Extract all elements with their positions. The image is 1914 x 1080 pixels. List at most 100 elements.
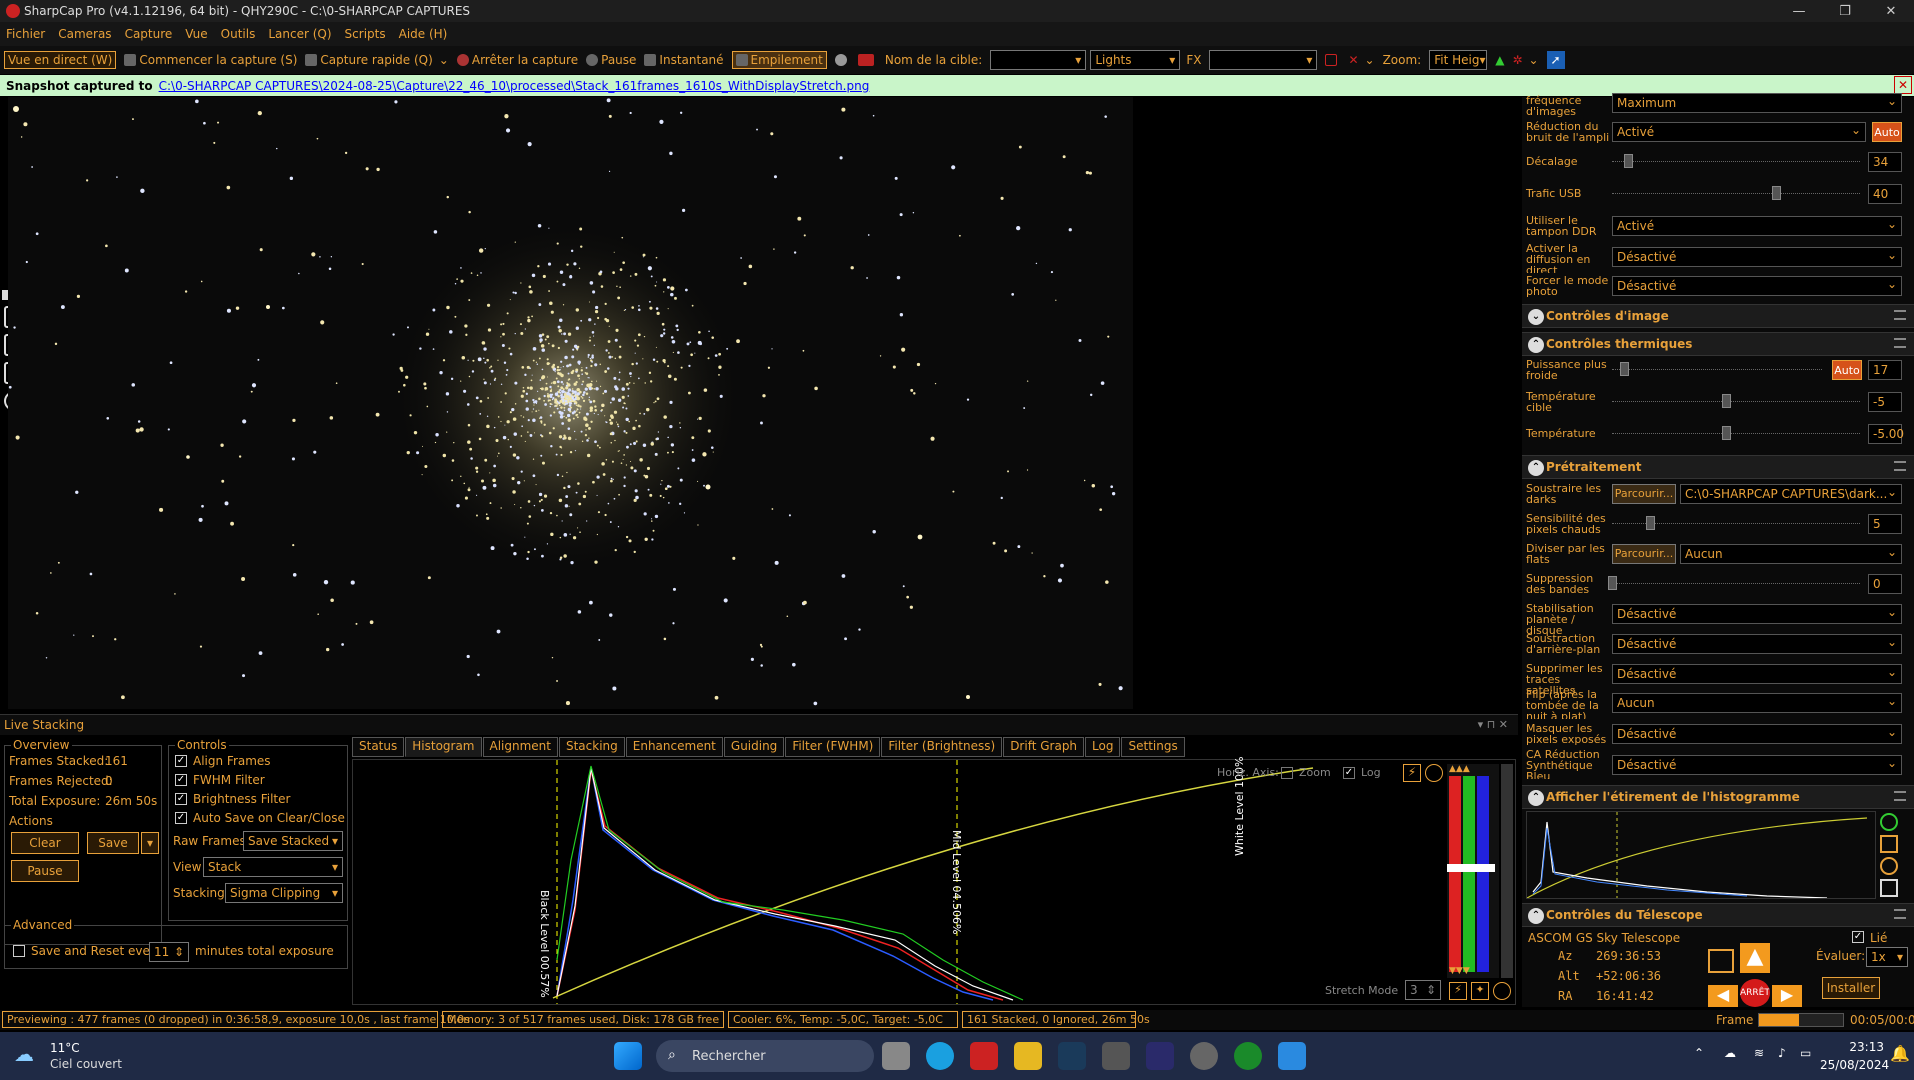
- notification-icon[interactable]: 🔔: [1890, 1044, 1910, 1063]
- stop-capture-button[interactable]: Arrêter la capture: [456, 53, 578, 67]
- usb-traffic-slider[interactable]: [1612, 186, 1860, 200]
- file-explorer-icon[interactable]: [1014, 1042, 1042, 1070]
- menu-lancer[interactable]: Lancer (Q): [268, 27, 331, 41]
- reset-icon[interactable]: [1880, 857, 1898, 875]
- pause-button[interactable]: Pause: [586, 53, 636, 67]
- crosshair-button[interactable]: ✕ ⌄: [1348, 53, 1374, 67]
- target-temp-value[interactable]: -5: [1868, 392, 1902, 412]
- tab-filter-fwhm[interactable]: Filter (FWHM): [785, 737, 881, 757]
- tab-alignment[interactable]: Alignment: [482, 737, 558, 757]
- close-icon[interactable]: ✕: [1894, 76, 1912, 94]
- rate-select[interactable]: 1x ▾: [1866, 947, 1908, 967]
- menu-icon[interactable]: [1894, 310, 1906, 320]
- image-controls-header[interactable]: ⌄ Contrôles d'image: [1522, 304, 1914, 328]
- menu-fichier[interactable]: Fichier: [6, 27, 45, 41]
- tab-filter-brightness[interactable]: Filter (Brightness): [881, 737, 1003, 757]
- west-arrow-button[interactable]: ◀: [1708, 985, 1738, 1007]
- stabilization-select[interactable]: Désactivé: [1612, 604, 1902, 624]
- banding-thumb[interactable]: [1608, 576, 1617, 590]
- app-icon-4[interactable]: [1234, 1042, 1262, 1070]
- onedrive-icon[interactable]: ☁: [1724, 1046, 1736, 1060]
- menu-icon[interactable]: [1894, 791, 1906, 801]
- save-reset-spinner[interactable]: 11 ⇕: [149, 942, 189, 962]
- app-icon-2[interactable]: [1146, 1042, 1174, 1070]
- checkbox-box[interactable]: ✓: [175, 812, 187, 824]
- tab-guiding[interactable]: Guiding: [723, 737, 785, 757]
- darks-select[interactable]: C:\0-SHARPCAP CAPTURES\dark...: [1680, 484, 1902, 504]
- histogram-stretch-header[interactable]: ⌃ Afficher l'étirement de l'histogramme: [1522, 785, 1914, 809]
- checkbox-box[interactable]: [13, 945, 25, 957]
- tab-histogram[interactable]: Histogram: [405, 737, 482, 757]
- cooler-power-value[interactable]: 17: [1868, 360, 1902, 380]
- flats-select[interactable]: Aucun: [1680, 544, 1902, 564]
- flip-select[interactable]: Aucun: [1612, 693, 1902, 713]
- info-icon[interactable]: [1880, 813, 1898, 831]
- banding-slider[interactable]: [1608, 576, 1860, 590]
- cooler-auto-button[interactable]: Auto: [1832, 360, 1862, 380]
- app-icon-3[interactable]: [1190, 1042, 1218, 1070]
- zoom-checkbox[interactable]: Zoom: [1281, 766, 1331, 779]
- camera-image[interactable]: [8, 97, 1133, 709]
- stacking-mode-select[interactable]: Sigma Clipping ▾: [225, 883, 343, 903]
- fwhm-filter-checkbox[interactable]: ✓ FWHM Filter: [175, 773, 265, 787]
- mask-select[interactable]: Désactivé: [1612, 724, 1902, 744]
- menu-cameras[interactable]: Cameras: [58, 27, 111, 41]
- brightness-filter-checkbox[interactable]: ✓ Brightness Filter: [175, 792, 290, 806]
- blue-level-slider[interactable]: [1477, 776, 1489, 972]
- ddr-buffer-select[interactable]: Activé: [1612, 216, 1902, 236]
- lightning-icon[interactable]: ⚡: [1403, 764, 1421, 782]
- target-name-input[interactable]: ▾: [990, 50, 1087, 70]
- chevron-up-icon[interactable]: ⌃: [1694, 1046, 1704, 1060]
- checkbox-box[interactable]: ✓: [1343, 766, 1355, 779]
- lightning-icon[interactable]: [1880, 835, 1898, 853]
- reset-icon[interactable]: [1493, 982, 1511, 1000]
- autosave-checkbox[interactable]: ✓ Auto Save on Clear/Close: [175, 811, 345, 825]
- clock-date[interactable]: 25/08/2024: [1820, 1058, 1889, 1072]
- weather-icon[interactable]: ☁: [14, 1042, 42, 1066]
- stacking-button[interactable]: Empilement: [731, 51, 827, 69]
- windows-start-icon[interactable]: [614, 1042, 642, 1070]
- record-button[interactable]: [834, 54, 850, 66]
- stack-histogram[interactable]: Black Level 00.57% Mid Level 04.506% Whi…: [352, 757, 1516, 1005]
- quick-capture-button[interactable]: Capture rapide (Q) ⌄: [305, 53, 449, 67]
- offset-value[interactable]: 34: [1868, 152, 1902, 172]
- tab-drift-graph[interactable]: Drift Graph: [1003, 737, 1085, 757]
- sparkle-icon[interactable]: ✦: [1471, 982, 1489, 1000]
- menu-icon[interactable]: [1894, 909, 1906, 919]
- offset-thumb[interactable]: [1624, 154, 1633, 168]
- maximize-button[interactable]: ❐: [1822, 4, 1868, 19]
- snapshot-button[interactable]: Instantané: [644, 53, 724, 67]
- volume-icon[interactable]: ♪: [1778, 1046, 1786, 1060]
- save-icon[interactable]: [1880, 879, 1898, 897]
- save-options-button[interactable]: ▾: [141, 832, 159, 854]
- histogram-button[interactable]: ▲: [1495, 53, 1504, 67]
- install-button[interactable]: Installer: [1822, 977, 1880, 999]
- red-level-slider[interactable]: [1449, 776, 1461, 972]
- star-app-icon[interactable]: [1058, 1042, 1086, 1070]
- start-capture-button[interactable]: Commencer la capture (S): [124, 53, 297, 67]
- raw-frames-select[interactable]: Save Stacked ▾: [243, 831, 343, 851]
- north-arrow-button[interactable]: ▲: [1740, 943, 1770, 973]
- live-stream-select[interactable]: Désactivé: [1612, 247, 1902, 267]
- live-view-button[interactable]: Vue en direct (W): [4, 51, 117, 69]
- linked-checkbox[interactable]: ✓: [1852, 931, 1864, 943]
- darks-browse-button[interactable]: Parcourir...: [1612, 484, 1676, 504]
- goto-icon[interactable]: [1708, 949, 1734, 973]
- edge-icon[interactable]: [926, 1042, 954, 1070]
- hot-pixel-value[interactable]: 5: [1868, 514, 1902, 534]
- stretch-mode-spinner[interactable]: 3 ⇕: [1405, 980, 1441, 1000]
- no-target-button[interactable]: [857, 54, 877, 66]
- sharpcap-taskbar-icon[interactable]: [1278, 1042, 1306, 1070]
- stop-button[interactable]: ARRÊTE: [1740, 979, 1770, 1007]
- reset-icon[interactable]: [1425, 764, 1443, 782]
- menu-icon[interactable]: [1894, 338, 1906, 348]
- target-temp-slider[interactable]: [1612, 394, 1860, 408]
- checkbox-box[interactable]: ✓: [175, 793, 187, 805]
- menu-vue[interactable]: Vue: [185, 27, 207, 41]
- save-button[interactable]: Save: [87, 832, 139, 854]
- satellite-select[interactable]: Désactivé: [1612, 664, 1902, 684]
- cooler-power-slider[interactable]: [1612, 362, 1822, 376]
- tab-status[interactable]: Status: [352, 737, 405, 757]
- battery-icon[interactable]: ▭: [1800, 1046, 1811, 1060]
- luminance-level-slider[interactable]: [1501, 764, 1513, 978]
